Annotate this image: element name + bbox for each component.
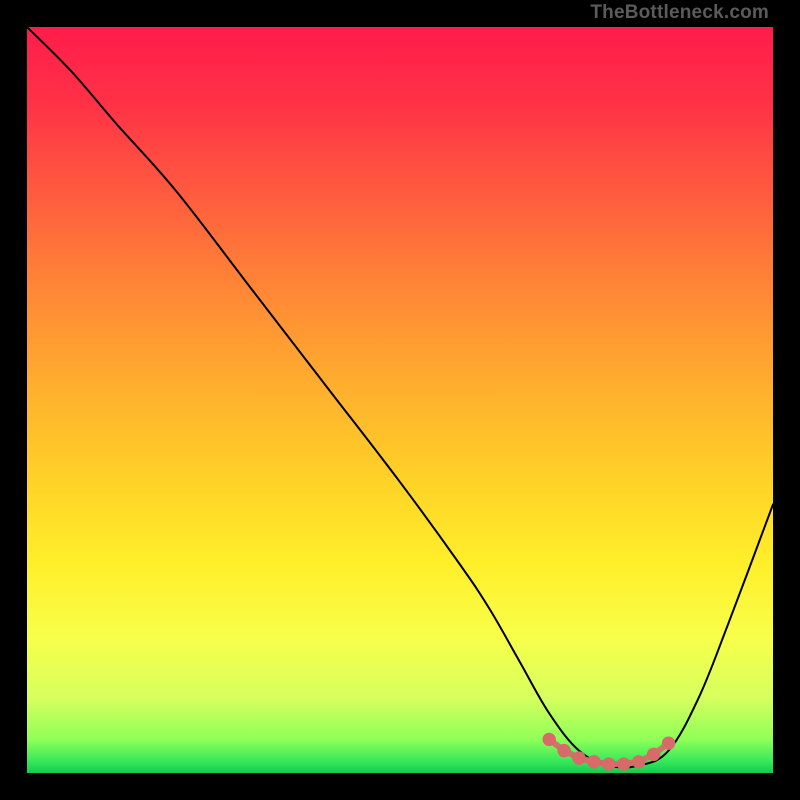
chart-frame: TheBottleneck.com <box>0 0 800 800</box>
curve-layer <box>27 27 773 773</box>
bottleneck-curve <box>27 27 773 768</box>
plot-area <box>27 27 773 773</box>
optimal-region-markers <box>542 733 675 771</box>
watermark-text: TheBottleneck.com <box>590 3 769 22</box>
